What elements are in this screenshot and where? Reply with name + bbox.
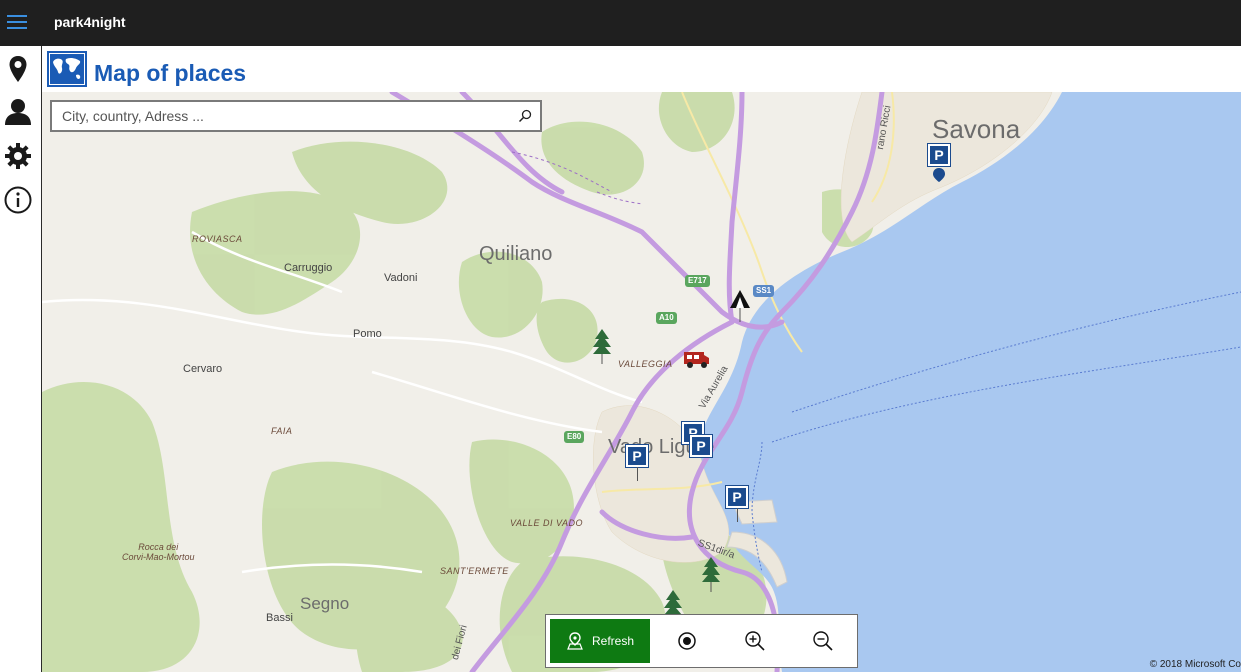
- city-label-savona: Savona: [932, 114, 1021, 144]
- page-header: Map of places: [42, 46, 1241, 92]
- sidebar-info-button[interactable]: [3, 185, 33, 215]
- gear-icon: [5, 143, 31, 169]
- sidebar-map-pin-button[interactable]: [3, 54, 33, 84]
- town-label-cervaro: Cervaro: [183, 363, 223, 375]
- campervan-icon: [684, 352, 709, 368]
- zoom-in-icon: [745, 631, 765, 651]
- zoom-out-button[interactable]: [803, 623, 843, 659]
- town-label-pomo: Pomo: [353, 328, 382, 340]
- parking-icon: P: [725, 485, 749, 509]
- tree-icon: [593, 329, 611, 364]
- parking-icon: P: [927, 143, 951, 167]
- area-label-rocca: Rocca dei Corvi-Mao-Mortou: [122, 542, 195, 562]
- sidebar-user-button[interactable]: [3, 96, 33, 126]
- town-label-bassi: Bassi: [266, 612, 293, 624]
- parking-icon: P: [689, 434, 713, 458]
- hamburger-menu-icon[interactable]: [7, 15, 27, 29]
- area-label-faia: FAIA: [271, 426, 293, 436]
- parking-marker-vado-2[interactable]: P: [689, 434, 714, 473]
- app-name: park4night: [54, 14, 126, 30]
- tree-icon: [702, 557, 720, 592]
- nature-marker-1[interactable]: [592, 328, 616, 366]
- zoom-in-button[interactable]: [735, 623, 775, 659]
- sidebar-settings-button[interactable]: [3, 141, 33, 171]
- title-bar: park4night: [0, 0, 1241, 46]
- tent-icon: [730, 290, 750, 322]
- area-label-rocca-line1: Rocca dei: [138, 542, 179, 552]
- parking-icon: P: [625, 444, 649, 468]
- area-label-valleggia: VALLEGGIA: [618, 359, 673, 369]
- user-icon: [5, 99, 31, 125]
- info-icon: [4, 186, 32, 214]
- map-copyright: © 2018 Microsoft Co: [1149, 659, 1241, 670]
- area-label-sant-ermete: SANT'ERMETE: [440, 566, 509, 576]
- refresh-label: Refresh: [591, 634, 635, 648]
- parking-marker-savona[interactable]: P: [927, 143, 952, 182]
- locate-me-button[interactable]: [667, 623, 707, 659]
- map-toolbar: Refresh: [545, 614, 858, 668]
- sidebar: [0, 46, 42, 672]
- map-refresh-icon: [567, 632, 583, 650]
- road-shield-e717: E717: [685, 275, 710, 287]
- town-label-vadoni: Vadoni: [384, 272, 418, 284]
- marker-stick: [637, 467, 638, 481]
- city-label-quiliano: Quiliano: [479, 243, 553, 265]
- world-map-icon: [47, 51, 87, 87]
- search-icon: [518, 109, 532, 123]
- parking-marker-port[interactable]: P: [725, 485, 750, 524]
- search-box: [50, 100, 542, 132]
- road-shield-ss1: SS1: [753, 285, 775, 297]
- nature-marker-2[interactable]: [701, 556, 725, 594]
- parking-marker-vado-3[interactable]: P: [625, 444, 650, 483]
- campsite-marker[interactable]: [728, 288, 752, 326]
- zoom-out-icon: [813, 631, 833, 651]
- locate-icon: [678, 632, 696, 650]
- marker-stick: [737, 508, 738, 522]
- area-label-roviasca: ROVIASCA: [192, 234, 243, 244]
- search-button[interactable]: [510, 103, 540, 129]
- area-label-rocca-line2: Corvi-Mao-Mortou: [122, 552, 195, 562]
- town-label-carruggio: Carruggio: [284, 262, 333, 274]
- map-view[interactable]: Savona Quiliano Vado Ligure Segno Carrug…: [42, 92, 1241, 672]
- location-dot-icon: [933, 168, 945, 182]
- road-shield-a10: A10: [656, 312, 677, 324]
- area-label-valle-di-vado: VALLE DI VADO: [510, 518, 584, 528]
- refresh-button[interactable]: Refresh: [550, 619, 650, 663]
- page-title: Map of places: [94, 60, 247, 86]
- campervan-marker[interactable]: [683, 349, 709, 387]
- map-base: [42, 92, 1241, 672]
- road-shield-e80: E80: [564, 431, 585, 443]
- city-label-segno: Segno: [300, 594, 350, 613]
- map-pin-icon: [9, 56, 27, 82]
- search-input[interactable]: [52, 103, 510, 129]
